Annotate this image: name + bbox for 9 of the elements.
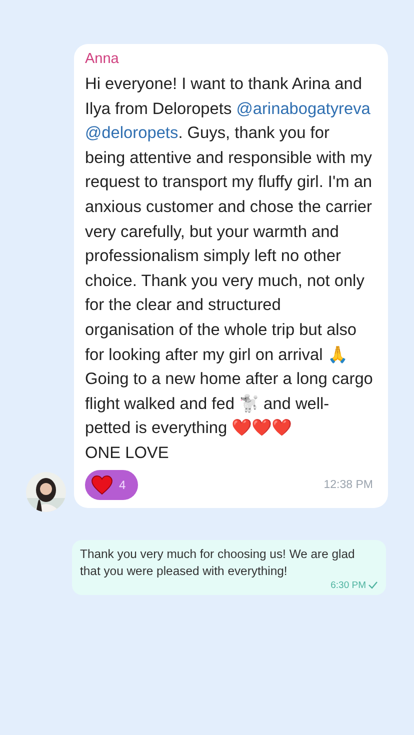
mention-link[interactable]: @deloropets	[85, 124, 178, 142]
message-text: Thank you very much for choosing us! We are glad that you were pleased with everything!	[80, 546, 356, 580]
mention-link[interactable]: @arinabogatyreva	[236, 100, 370, 118]
sender-name: Anna	[85, 50, 120, 68]
message-text: Hi everyone! I want to thank Arina and Ilya from Deloropets @arinabogatyreva @deloropets. Guys, thank you for being attentive and responsible with my request to transport my fluffy girl. I'm an anxious customer and chose the carrier very carefully, but your warmth and professionalism simply left no other choice. Thank you very much, not only for the clear and structured organisation of the whole trip but also for looking after my girl on arrival 🙏 Going to a new home after a long cargo flight walked and fed 🐩 and well-petted is everything ❤❤❤ ONE LOVE	[85, 74, 373, 464]
message-time: 12:38 PM	[324, 478, 373, 490]
message-time: 6:30 PM	[330, 580, 366, 590]
reaction-button[interactable]: 4	[85, 470, 138, 500]
heart-icon	[91, 474, 113, 494]
